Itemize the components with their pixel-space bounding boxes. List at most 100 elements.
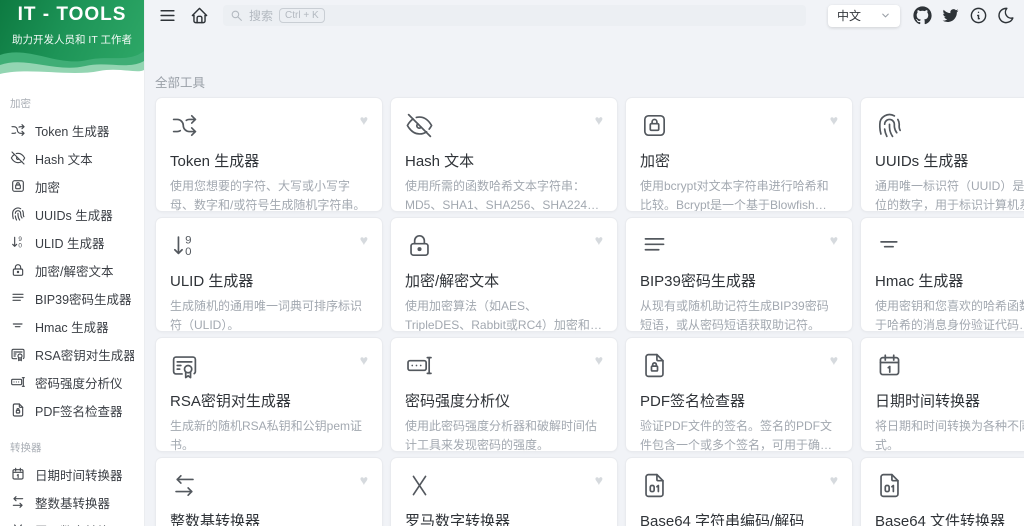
tool-card[interactable]: ♥Base64 文件转换器将字符串、文件或图像转换为base64。 [860, 457, 1024, 526]
search-input[interactable]: 搜索 Ctrl + K [223, 5, 806, 26]
sidebar-item[interactable]: UUIDs 生成器 [0, 200, 144, 228]
shuffle-icon [172, 114, 197, 137]
list-icon [12, 293, 24, 301]
tool-card[interactable]: ♥ BIP39密码生成器 从现有或随机助记符生成BIP39密码短语，或从密码短语获取… [625, 217, 853, 332]
sidebar-item[interactable]: BIP39密码生成器 [0, 284, 144, 312]
equal-icon [12, 323, 23, 328]
sidebar-item[interactable]: RSA密钥对生成器 [0, 340, 144, 368]
tool-card-header: ♥ [640, 471, 838, 501]
tool-card[interactable]: ♥ UUIDs 生成器通用唯一标识符（UUID）是一个128位的数字，用于标识计算… [860, 97, 1024, 212]
svg-text:9: 9 [185, 235, 191, 247]
sidebar-section-title: 转换器 [10, 442, 42, 454]
tool-card[interactable]: ♥ RSA密钥对生成器 生成新的随机RSA私钥和公钥pem证书。 [155, 337, 383, 452]
tool-card[interactable]: ♥ Hash 文本 使用所需的函数哈希文本字符串：MD5、SHA1、SHA256、S… [390, 97, 618, 212]
tool-card-title: Token 生成器 [170, 153, 260, 170]
sort-09-icon: 90 [173, 235, 191, 258]
sidebar-item[interactable]: Token 生成器 [0, 116, 144, 144]
tool-card[interactable]: ♥ 加密/解密文本 使用加密算法（如AES、TripleDES、Rabbit或RC4… [390, 217, 618, 332]
tool-card[interactable]: ♥ 加密 使用bcrypt对文本字符串进行哈希和比较。Bcrypt是一个基于Blow… [625, 97, 853, 212]
favorite-heart-icon[interactable]: ♥ [360, 113, 368, 127]
github-button[interactable] [910, 4, 934, 28]
language-select[interactable]: 中文 [828, 4, 900, 27]
sidebar-nav: 加密 Token 生成器 Hash 文本 加密 UUIDs 生成器 9 0 ULID 生成器加… [0, 76, 144, 526]
tool-card[interactable]: 9 0 ♥ ULID 生成器 生成随机的通用唯一词典可排序标识符（ULID）。 [155, 217, 383, 332]
sidebar-item[interactable]: Hmac 生成器 [0, 312, 144, 340]
sidebar-item[interactable]: 罗马数字转换器 [0, 516, 144, 526]
favorite-heart-icon[interactable]: ♥ [830, 353, 838, 367]
svg-text:0: 0 [18, 242, 22, 249]
menu-toggle-button[interactable] [155, 4, 179, 28]
sidebar-item[interactable]: 9 0 ULID 生成器 [0, 228, 144, 256]
sidebar-item-label: UUIDs 生成器 [35, 208, 113, 223]
favorite-heart-icon[interactable]: ♥ [830, 473, 838, 487]
letter-x-icon [412, 475, 427, 496]
sidebar-item[interactable]: 整数基转换器 [0, 488, 144, 516]
logo-wave-decoration [0, 51, 144, 76]
sidebar-item[interactable]: 日期时间转换器 [0, 460, 144, 488]
sidebar-item-label: 罗马数字转换器 [35, 521, 123, 526]
tool-card-header: ♥ [170, 111, 368, 141]
tool-card-description: 生成随机的通用唯一词典可排序标识符（ULID）。 [170, 299, 363, 332]
sidebar-item[interactable]: Hash 文本 [0, 144, 144, 172]
tool-card-title: 加密 [640, 153, 671, 170]
sidebar-item[interactable]: 密码强度分析仪 [0, 368, 144, 396]
tool-card-header: ♥ [170, 471, 368, 501]
sort-09-icon: 90 [12, 236, 22, 249]
sidebar-item[interactable]: 加密/解密文本 [0, 256, 144, 284]
logo-title: IT - TOOLS [17, 4, 127, 25]
tool-card[interactable]: ♥ 日期时间转换器将日期和时间转换为各种不同的格式。 [860, 337, 1024, 452]
about-button[interactable] [966, 4, 990, 28]
tool-card[interactable]: ♥整数基转换器在不同的基数（十进制、十六进制、二进制、八进制、base64……）… [155, 457, 383, 526]
file-digit-icon [645, 473, 664, 498]
tool-card[interactable]: ♥ Hmac 生成器使用密钥和您喜欢的哈希函数计算基于哈希的消息身份验证代码（HM… [860, 217, 1024, 332]
search-icon [231, 10, 242, 21]
sidebar-item[interactable]: PDF签名检查器 [0, 396, 144, 424]
tool-card-title: 密码强度分析仪 [405, 393, 511, 410]
dark-mode-button[interactable] [994, 4, 1018, 28]
tool-card-title: 罗马数字转换器 [405, 513, 511, 526]
info-icon [970, 7, 986, 24]
lock-square-icon [12, 180, 24, 192]
tool-card[interactable]: ♥ Token 生成器 使用您想要的字符、大写或小写字母、数字和/或符号生成随机字符… [155, 97, 383, 212]
tool-card[interactable]: ♥ PDF签名检查器 验证PDF文件的签名。签名的PDF文件包含一个或多个签名，可用… [625, 337, 853, 452]
tool-card-description: 使用加密算法（如AES、TripleDES、Rabbit或RC4）加密和解密文本… [405, 299, 602, 332]
tool-card-grid: ♥ Token 生成器 使用您想要的字符、大写或小写字母、数字和/或符号生成随机字符… [155, 97, 1024, 526]
tool-card-title: PDF签名检查器 [640, 393, 746, 410]
tool-card-header: ♥ [405, 111, 603, 141]
sidebar-item-label: 密码强度分析仪 [35, 376, 123, 391]
favorite-heart-icon[interactable]: ♥ [830, 113, 838, 127]
password-icon [407, 356, 432, 375]
twitter-icon [942, 9, 958, 22]
pdf-signature-icon [12, 403, 24, 417]
logo-banner[interactable]: IT - TOOLS 助力开发人员和 IT 工作者 [0, 0, 144, 76]
sidebar-item-label: 日期时间转换器 [35, 468, 123, 483]
sidebar-item[interactable]: 加密 [0, 172, 144, 200]
favorite-heart-icon[interactable]: ♥ [360, 473, 368, 487]
favorite-heart-icon[interactable]: ♥ [360, 353, 368, 367]
certificate-icon [11, 348, 25, 362]
tool-card[interactable]: ♥Base64 字符串编码/解码简单地将字符串编码和解码为base64格式。 [625, 457, 853, 526]
tool-card-header: ♥ [640, 351, 838, 381]
favorite-heart-icon[interactable]: ♥ [595, 233, 603, 247]
calendar-icon [879, 354, 900, 376]
favorite-heart-icon[interactable]: ♥ [830, 233, 838, 247]
tool-card[interactable]: ♥罗马数字转换器将罗马数字转换为数字，并将数字转换为罗马数字。 [390, 457, 618, 526]
favorite-heart-icon[interactable]: ♥ [360, 233, 368, 247]
search-placeholder: 搜索 [249, 9, 274, 23]
tool-card-header: 9 0 ♥ [170, 231, 368, 261]
sidebar-item-label: 整数基转换器 [35, 496, 111, 511]
favorite-heart-icon[interactable]: ♥ [595, 473, 603, 487]
favorite-heart-icon[interactable]: ♥ [595, 113, 603, 127]
tool-card-header: ♥ [405, 471, 603, 501]
tool-card-title: Base64 文件转换器 [875, 513, 1006, 526]
twitter-button[interactable] [938, 4, 962, 28]
sidebar-item-label: Hash 文本 [35, 152, 93, 167]
favorite-heart-icon[interactable]: ♥ [595, 353, 603, 367]
shuffle-icon [11, 124, 25, 136]
tool-card[interactable]: ♥ 密码强度分析仪 使用此密码强度分析器和破解时间估计工具来发现密码的强度。 [390, 337, 618, 452]
topbar: 搜索 Ctrl + K 中文 [145, 0, 1024, 28]
tool-card-description: 使用密钥和您喜欢的哈希函数计算基于哈希的消息身份验证代码（HMAC）。 [875, 299, 1024, 332]
tool-card-header: ♥ [875, 471, 1024, 501]
svg-text:0: 0 [185, 246, 191, 258]
home-button[interactable] [187, 4, 211, 28]
